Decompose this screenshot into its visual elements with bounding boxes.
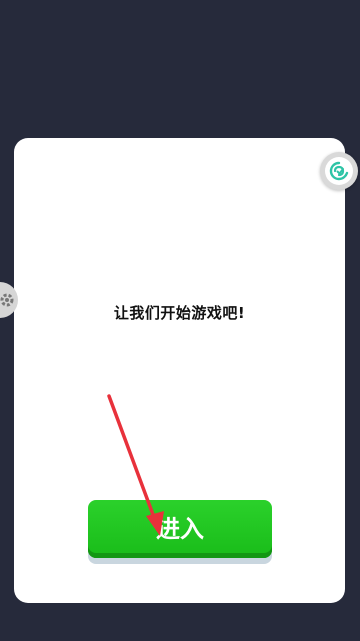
start-dialog: 让我们开始游戏吧! 进入	[14, 138, 345, 603]
game-assistant-icon	[325, 157, 353, 185]
floating-assistant-button[interactable]	[320, 152, 358, 190]
screen: 让我们开始游戏吧! 进入	[0, 0, 360, 641]
welcome-message: 让我们开始游戏吧!	[113, 304, 246, 322]
settings-gear-icon	[0, 293, 14, 307]
enter-button[interactable]: 进入	[88, 500, 272, 558]
